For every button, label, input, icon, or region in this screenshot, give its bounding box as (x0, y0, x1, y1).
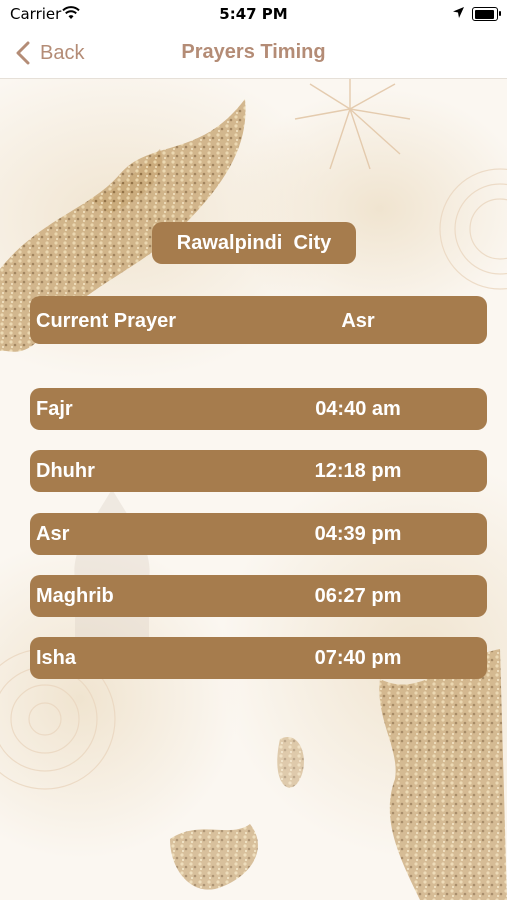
page-title: Prayers Timing (181, 41, 326, 63)
prayer-time: 04:40 am (315, 398, 401, 420)
prayer-name: Dhuhr (36, 460, 95, 482)
prayer-name: Isha (36, 647, 77, 669)
prayer-row-maghrib: Maghrib 06:27 pm (30, 575, 487, 617)
location-arrow-icon (453, 7, 464, 18)
prayer-row-fajr: Fajr 04:40 am (30, 388, 487, 430)
prayer-name: Asr (36, 523, 70, 545)
prayer-name: Fajr (36, 398, 73, 420)
current-prayer-value: Asr (341, 310, 375, 332)
status-bar: Carrier 5:47 PM (0, 0, 507, 28)
battery-icon (472, 7, 501, 21)
prayer-name: Maghrib (36, 585, 114, 607)
status-time: 5:47 PM (219, 5, 288, 23)
prayer-time: 12:18 pm (314, 460, 402, 482)
prayer-row-dhuhr: Dhuhr 12:18 pm (30, 450, 487, 492)
current-prayer-row: Current Prayer Asr (30, 296, 487, 344)
prayer-time: 07:40 pm (314, 647, 402, 669)
navigation-bar: Back Prayers Timing (0, 28, 507, 79)
prayer-time: 06:27 pm (314, 585, 402, 607)
current-prayer-label: Current Prayer (36, 310, 177, 332)
prayer-row-asr: Asr 04:39 pm (30, 513, 487, 555)
prayer-time: 04:39 pm (314, 523, 402, 545)
city-label: Rawalpindi City (152, 222, 356, 264)
prayer-row-isha: Isha 07:40 pm (30, 637, 487, 679)
